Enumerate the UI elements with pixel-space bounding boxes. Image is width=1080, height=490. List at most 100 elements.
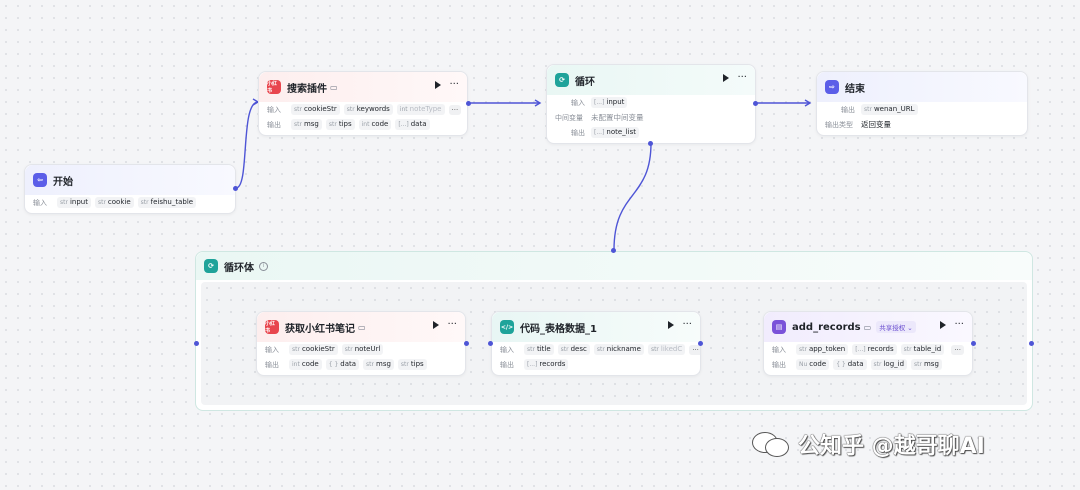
loop-node[interactable]: ⟳ 循环 ··· 输入 [...] input 中间变量 未配置中间变量 输出 [… [546, 64, 756, 144]
loop-var-row: 中间变量 未配置中间变量 [555, 113, 644, 122]
code-table-node[interactable]: </> 代码_表格数据_1 ··· 输入 str title str desc st… [491, 311, 701, 376]
param-tag: str msg [911, 359, 942, 370]
param-tag: str noteUrl [341, 344, 384, 355]
param-tag: str cookie [94, 197, 134, 208]
search-output-port[interactable] [466, 101, 471, 106]
more-menu-button[interactable]: ··· [737, 73, 747, 83]
edge-loop-body [613, 142, 652, 251]
start-node-title: 开始 [53, 176, 73, 188]
plugin-store-icon: ▭ [358, 322, 366, 332]
search-plugin-node[interactable]: 小红书 搜索插件 ▭ ··· 输入 str cookieStr str keywor… [258, 71, 468, 136]
run-button[interactable] [433, 321, 440, 329]
add-output-row: 输出 Nu code { } data str log_id str msg [764, 357, 972, 372]
more-params-button[interactable]: ··· [689, 344, 700, 355]
end-icon: ⇨ [825, 80, 839, 94]
add-input-row: 输入 str app_token [...] records str table_id… [764, 342, 972, 357]
start-node[interactable]: ⇦ 开始 输入 str input str cookie str feishu_tab… [24, 164, 236, 214]
run-button[interactable] [668, 321, 675, 329]
param-tag: str feishu_table [137, 197, 197, 208]
end-output-row: 输出 str wenan_URL [817, 102, 1027, 117]
param-tag: str cookieStr [291, 104, 340, 115]
param-tag: str tips [325, 119, 355, 130]
param-tag: { } data [833, 359, 867, 370]
loop-body-icon: ⟳ [204, 259, 218, 273]
param-tag: int noteType [396, 104, 445, 115]
loop-input-row: 输入 [...] input [547, 95, 755, 110]
param-tag: str title [524, 344, 554, 355]
plugin-store-icon: ▭ [330, 82, 338, 92]
param-tag: str nickname [593, 344, 644, 355]
param-tag: [...] records [524, 359, 569, 370]
param-tag: str desc [557, 344, 590, 355]
param-tag: str likedC [647, 344, 686, 355]
xiaohongshu-icon: 小红书 [265, 320, 279, 334]
plugin-store-icon: ▭ [863, 322, 872, 332]
param-tag: str input [57, 197, 91, 208]
fetch-output-row: 输出 int code { } data str msg str tips [257, 357, 465, 372]
table-icon: ▤ [772, 320, 786, 334]
run-button[interactable] [723, 74, 730, 82]
wechat-icon [752, 432, 790, 457]
code-icon: </> [500, 320, 514, 334]
loop-node-title: 循环 [575, 76, 595, 88]
run-button[interactable] [940, 321, 947, 329]
more-params-button[interactable]: ··· [951, 344, 964, 355]
param-tag: [...] records [852, 344, 897, 355]
param-tag: { } data [325, 359, 360, 370]
loop-body-port[interactable] [648, 141, 653, 146]
code-input-port[interactable] [488, 341, 493, 346]
more-menu-button[interactable]: ··· [954, 320, 964, 330]
run-button[interactable] [435, 81, 442, 89]
add-records-output-port[interactable] [971, 341, 976, 346]
param-tag: [...] note_list [591, 127, 639, 138]
search-input-row: 输入 str cookieStr str keywords int noteType … [259, 102, 467, 117]
edge-start-search [235, 101, 259, 189]
loop-body-exit-port[interactable] [1029, 341, 1034, 346]
more-menu-button[interactable]: ··· [682, 320, 692, 330]
param-tag: Nu code [796, 359, 830, 370]
param-tag: str cookieStr [289, 344, 338, 355]
more-params-button[interactable]: ··· [448, 104, 462, 115]
end-output-type-row: 输出类型 返回变量 [825, 120, 891, 129]
watermark-text: 公知乎 @越哥聊AI [798, 434, 985, 459]
loop-body-title: 循环体 [224, 262, 254, 274]
code-input-row: 输入 str title str desc str nickname str liked… [492, 342, 700, 357]
param-tag: str table_id [900, 344, 945, 355]
start-input-row: 输入 str input str cookie str feishu_table [25, 195, 235, 210]
param-tag: int code [358, 119, 392, 130]
param-tag: str msg [363, 359, 394, 370]
param-tag: str app_token [796, 344, 849, 355]
share-auth-dropdown[interactable]: 共享授权 ⌄ [876, 321, 916, 333]
start-icon: ⇦ [33, 173, 47, 187]
loop-body-top-port[interactable] [611, 248, 616, 253]
search-output-row: 输出 str msg str tips int code [...] data [259, 117, 467, 132]
param-tag: str log_id [870, 359, 908, 370]
param-tag: [...] data [395, 119, 430, 130]
end-node[interactable]: ⇨ 结束 输出 str wenan_URL 输出类型 返回变量 [816, 71, 1028, 136]
param-tag: [...] input [591, 97, 628, 108]
add-records-node[interactable]: ▤ add_records ▭ 共享授权 ⌄ ··· 输入 str app_tok… [763, 311, 973, 376]
add-records-title: add_records [792, 321, 861, 333]
param-tag: str wenan_URL [861, 104, 918, 115]
param-tag: str msg [291, 119, 322, 130]
end-node-title: 结束 [845, 83, 865, 95]
fetch-note-node[interactable]: 小红书 获取小红书笔记 ▭ ··· 输入 str cookieStr str not… [256, 311, 466, 376]
param-tag: int code [289, 359, 322, 370]
loop-output-port[interactable] [753, 101, 758, 106]
info-icon[interactable]: i [259, 261, 268, 271]
watermark: 公知乎 @越哥聊AI [752, 428, 985, 460]
workflow-canvas[interactable]: ⇦ 开始 输入 str input str cookie str feishu_tab… [0, 0, 1080, 490]
more-menu-button[interactable]: ··· [449, 80, 459, 90]
xiaohongshu-icon: 小红书 [267, 80, 281, 94]
fetch-output-port[interactable] [464, 341, 469, 346]
code-output-row: 输出 [...] records [492, 357, 700, 372]
loop-output-row: 输出 [...] note_list [547, 125, 755, 140]
loop-icon: ⟳ [555, 73, 569, 87]
start-output-port[interactable] [233, 186, 238, 191]
more-menu-button[interactable]: ··· [447, 320, 457, 330]
code-node-title: 代码_表格数据_1 [520, 323, 597, 335]
code-output-port[interactable] [698, 341, 703, 346]
fetch-note-title: 获取小红书笔记 [285, 323, 355, 335]
loop-body-entry-port[interactable] [194, 341, 199, 346]
fetch-input-row: 输入 str cookieStr str noteUrl [257, 342, 465, 357]
